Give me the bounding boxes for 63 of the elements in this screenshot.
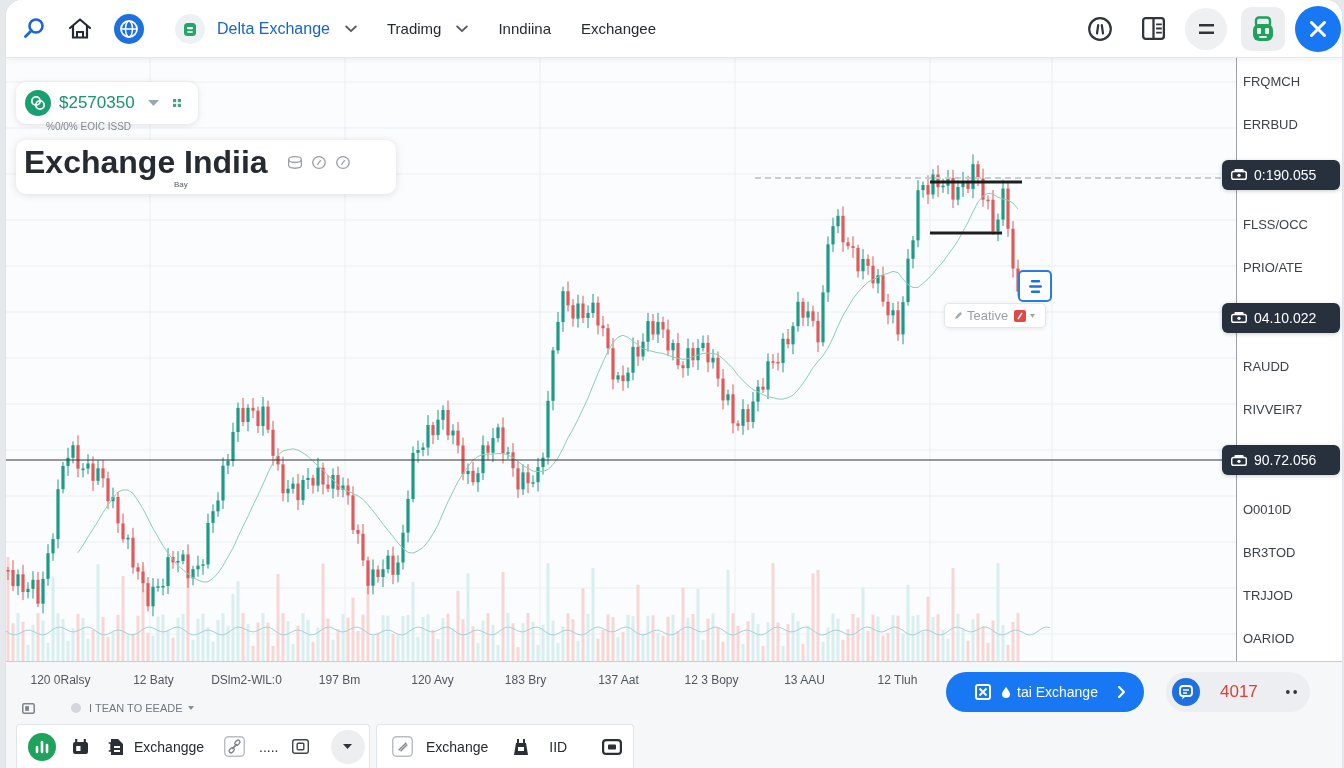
time-label: 197 Bm	[317, 673, 362, 687]
tag-value: 90.72.056	[1254, 452, 1317, 469]
tag-value: 04.10.022	[1254, 309, 1317, 326]
time-label: 183 Bry	[503, 673, 548, 687]
axis-label: BR3TOD	[1243, 545, 1297, 562]
time-label: 120 Avy	[410, 673, 455, 687]
caret-icon	[187, 706, 194, 710]
time-label: 12 3 Bopy	[683, 673, 740, 687]
toolbar-button[interactable]: Exchange	[426, 732, 489, 761]
tag-value: 0:190.055	[1254, 166, 1317, 183]
document-icon	[108, 738, 123, 755]
axis-label: O0010D	[1243, 502, 1293, 519]
search-icon[interactable]	[24, 18, 45, 39]
interval-dropdown[interactable]: I TEAN TO EEADE	[71, 702, 194, 714]
drop-icon	[1002, 686, 1010, 698]
close-button[interactable]	[1295, 5, 1341, 52]
axis-label: OARIOD	[1243, 630, 1296, 647]
link-icon[interactable]	[224, 736, 246, 757]
axis-label: FRQMCH	[1243, 74, 1302, 90]
time-label: 12 Baty	[132, 673, 175, 687]
time-label: 13 AAU	[783, 673, 826, 687]
time-label: DSlm2-WlL:0	[210, 673, 283, 687]
menu-icon	[1198, 23, 1214, 34]
robot-button[interactable]	[1241, 6, 1285, 51]
time-label: 137 Aat	[597, 673, 640, 687]
window-icon[interactable]	[22, 702, 35, 714]
axis-label: PRIO/ATE	[1243, 259, 1304, 276]
more-button[interactable]: .....	[259, 732, 279, 761]
chevron-right-icon	[1117, 686, 1125, 698]
nav-tab[interactable]: Inndiina	[498, 11, 551, 46]
more-icon	[1285, 690, 1297, 694]
counter-button[interactable]: 4017	[1166, 672, 1310, 712]
toolbar-button[interactable]: IID	[549, 732, 568, 761]
square-x-icon	[975, 684, 991, 700]
bag-icon[interactable]	[514, 738, 529, 755]
nav-tab[interactable]: Tradimg	[386, 11, 469, 46]
nav-tab[interactable]: Delta Exchange	[175, 11, 357, 46]
globe-icon[interactable]	[114, 13, 144, 44]
dot-icon	[71, 703, 81, 713]
bar-chart-icon[interactable]	[28, 732, 56, 761]
square-icon[interactable]	[291, 739, 309, 754]
close-icon	[1310, 20, 1326, 37]
toolbar-button[interactable]: Exchangge	[108, 732, 205, 761]
axis-label: ERRBUD	[1243, 116, 1299, 133]
robot-icon	[1253, 16, 1273, 41]
panel-icon[interactable]	[1142, 17, 1165, 40]
time-label: 120 0Ralsy	[29, 673, 92, 687]
wallet-icon	[175, 13, 205, 44]
axis-label: FLSS/OCC	[1243, 216, 1309, 233]
screen-icon[interactable]	[602, 738, 623, 755]
axis-label: RAUDD	[1243, 359, 1291, 376]
chat-icon	[1172, 678, 1200, 706]
time-label: 12 Tluh	[876, 673, 919, 687]
nav-tab[interactable]: Exchangee	[581, 11, 657, 46]
home-icon[interactable]	[69, 18, 91, 39]
caret-icon	[343, 744, 352, 749]
calendar-icon[interactable]	[73, 739, 88, 754]
axis-label: RIVVEIR7	[1243, 402, 1304, 419]
pencil-icon[interactable]	[392, 736, 413, 757]
trade-button[interactable]: tai Exchange	[946, 672, 1144, 712]
gauge-icon[interactable]	[1088, 16, 1112, 41]
menu-button[interactable]	[1185, 7, 1227, 50]
axis-label: TRJJOD	[1243, 587, 1294, 604]
